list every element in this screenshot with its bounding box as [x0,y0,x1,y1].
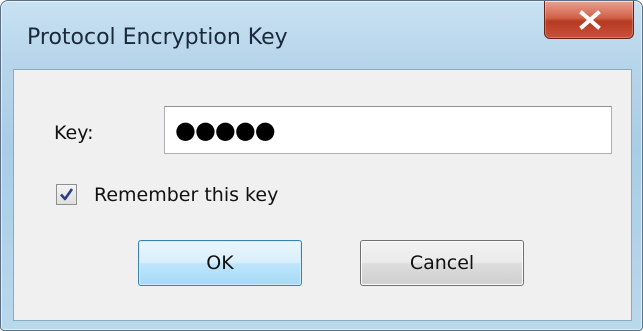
dialog-title: Protocol Encryption Key [27,25,288,50]
ok-button[interactable]: OK [138,240,302,286]
key-label: Key: [54,122,94,144]
key-masked-value: ●●●●● [175,116,276,144]
close-x-icon [579,10,601,30]
close-button[interactable] [544,1,634,39]
dialog-content: Key: ●●●●● Remember this key OK Cancel [13,69,632,321]
key-password-input[interactable]: ●●●●● [164,106,612,154]
dialog-window: Protocol Encryption Key Key: ●●●●● Remem… [0,0,643,331]
checkmark-icon [60,188,74,201]
remember-key-checkbox[interactable] [56,184,77,205]
cancel-button[interactable]: Cancel [360,240,524,286]
remember-key-label[interactable]: Remember this key [94,184,278,206]
